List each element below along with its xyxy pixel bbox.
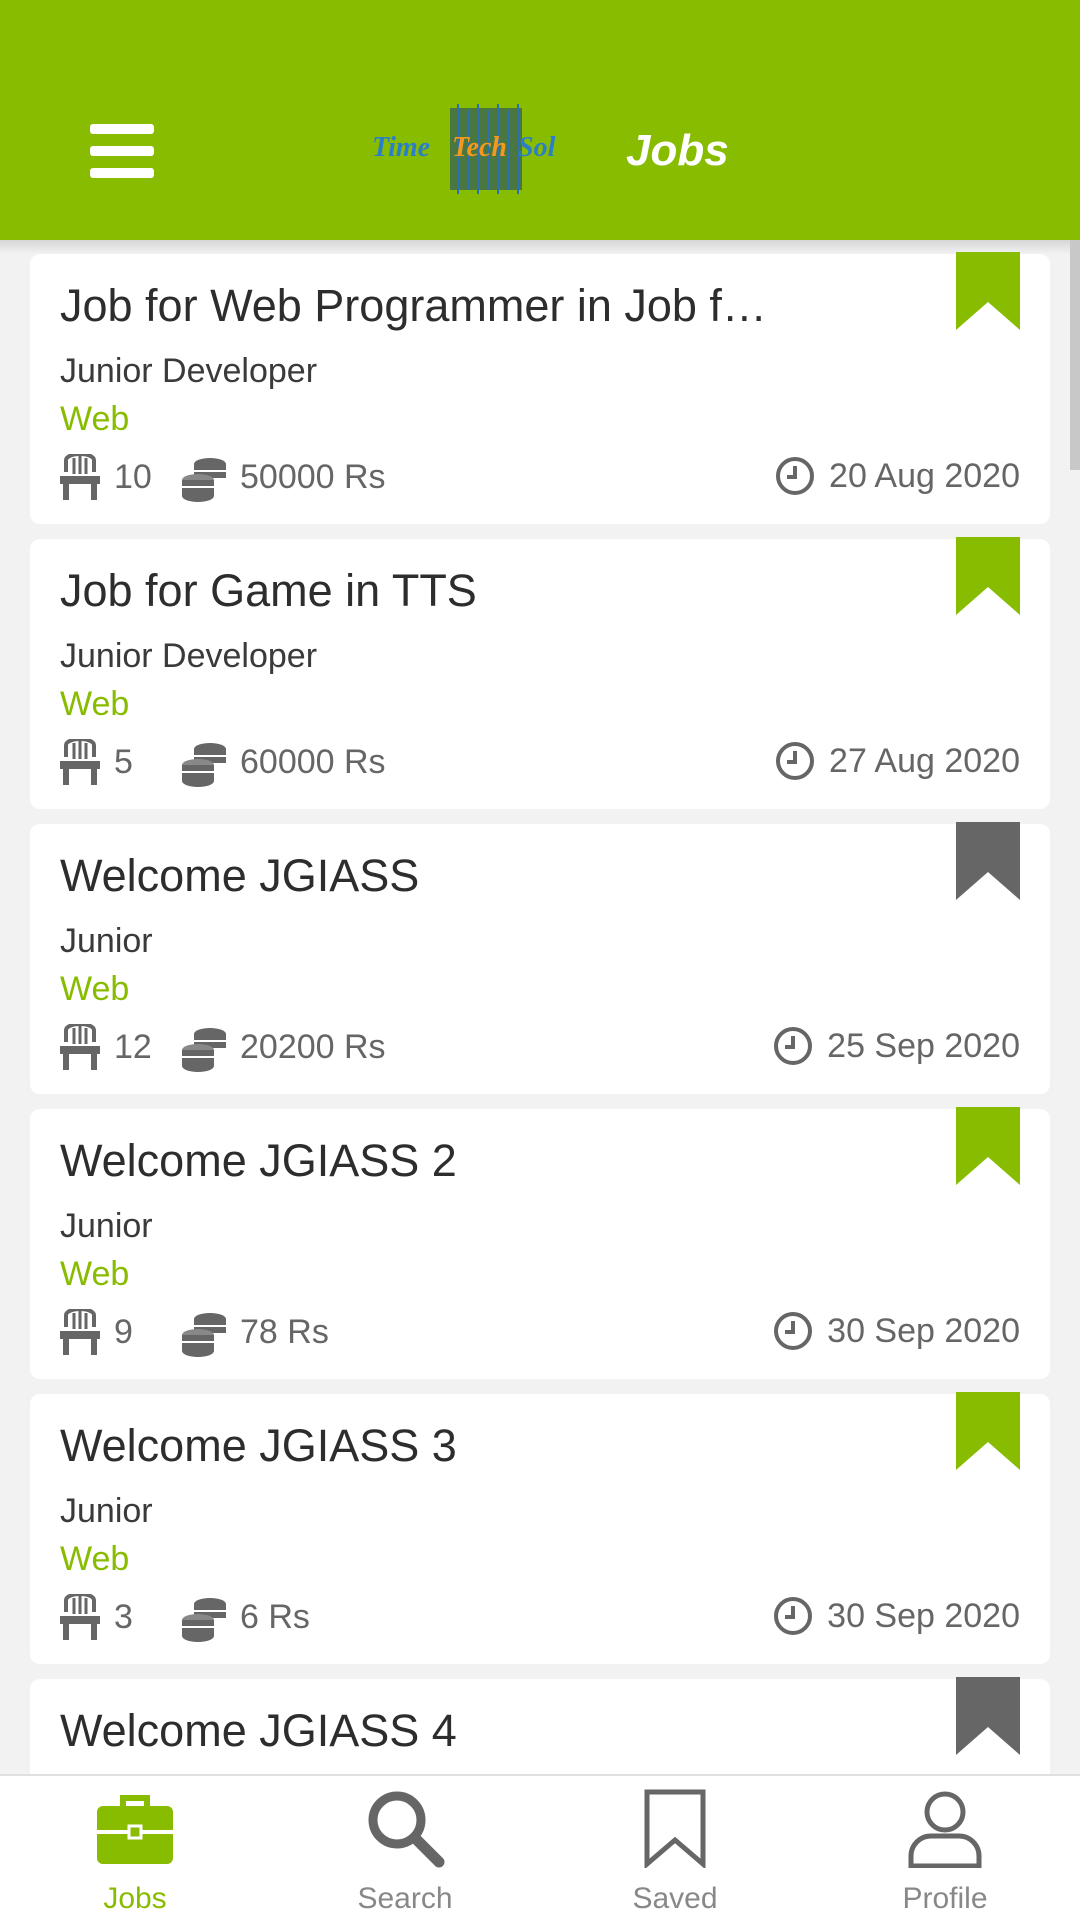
job-meta: 3 6 Rs 30 Sep 2020	[60, 1590, 1020, 1642]
bookmark-icon[interactable]	[956, 1392, 1020, 1470]
date-text: 27 Aug 2020	[829, 741, 1020, 780]
bookmark-icon[interactable]	[956, 822, 1020, 900]
nav-jobs-label: Jobs	[103, 1882, 167, 1915]
posted-date: 30 Sep 2020	[773, 1311, 1020, 1351]
salary: 78 Rs	[240, 1313, 329, 1351]
bottom-nav: Jobs Search Saved Profile	[0, 1774, 1080, 1920]
job-title: Welcome JGIASS 2	[60, 1135, 457, 1186]
nav-profile-label: Profile	[902, 1882, 988, 1915]
menu-icon[interactable]	[90, 124, 154, 178]
salary: 20200 Rs	[240, 1028, 386, 1066]
clock-icon	[774, 1027, 813, 1065]
profile-icon	[908, 1791, 982, 1868]
nav-saved-label: Saved	[632, 1882, 718, 1915]
bookmark-icon[interactable]	[956, 1107, 1020, 1185]
job-level: Junior Developer	[60, 637, 318, 675]
seat-icon	[60, 1024, 100, 1070]
job-title: Welcome JGIASS	[60, 850, 420, 901]
nav-jobs[interactable]: Jobs	[0, 1776, 270, 1920]
coins-icon	[182, 1313, 226, 1357]
job-list[interactable]: Job for Web Programmer in Job f… Junior …	[0, 240, 1080, 1774]
app-bar: Time Tech Sol Jobs	[0, 0, 1080, 240]
clock-icon	[776, 457, 815, 495]
job-title: Job for Game in TTS	[60, 565, 477, 616]
job-level: Junior	[60, 1492, 153, 1530]
job-meta: 12 20200 Rs 25 Sep 2020	[60, 1020, 1020, 1072]
date-text: 20 Aug 2020	[829, 456, 1020, 495]
coins-icon	[182, 458, 226, 502]
scrollbar[interactable]	[1070, 240, 1080, 470]
job-category: Web	[60, 1540, 130, 1578]
svg-text:Sol: Sol	[518, 132, 556, 163]
seat-icon	[60, 1309, 100, 1355]
job-title: Welcome JGIASS 4	[60, 1705, 457, 1756]
seats-count: 5	[114, 743, 133, 781]
clock-icon	[776, 742, 815, 780]
job-meta: 9 78 Rs 30 Sep 2020	[60, 1305, 1020, 1357]
job-card[interactable]: Welcome JGIASS 2 Junior Web 9 78 Rs 30 S…	[30, 1107, 1050, 1379]
clock-icon	[774, 1597, 813, 1635]
job-category: Web	[60, 400, 130, 438]
job-level: Junior	[60, 922, 153, 960]
coins-icon	[182, 1028, 226, 1072]
search-icon	[368, 1791, 445, 1868]
salary: 6 Rs	[240, 1598, 310, 1636]
seats-count: 3	[114, 1598, 133, 1636]
coins-icon	[182, 1598, 226, 1642]
date-text: 25 Sep 2020	[827, 1026, 1020, 1065]
job-meta: 10 50000 Rs 20 Aug 2020	[60, 450, 1020, 502]
posted-date: 25 Sep 2020	[773, 1026, 1020, 1066]
seat-icon	[60, 1594, 100, 1640]
job-level: Junior	[60, 1207, 153, 1245]
company-logo: Time Tech Sol	[372, 104, 556, 194]
seat-icon	[60, 739, 100, 785]
nav-search-label: Search	[357, 1882, 453, 1915]
job-title: Welcome JGIASS 3	[60, 1420, 457, 1471]
bookmark-icon	[644, 1789, 706, 1868]
posted-date: 27 Aug 2020	[775, 741, 1020, 781]
job-meta: 5 60000 Rs 27 Aug 2020	[60, 735, 1020, 787]
job-card[interactable]: Welcome JGIASS Junior Web 12 20200 Rs 25…	[30, 822, 1050, 1094]
briefcase-icon	[97, 1795, 173, 1864]
job-category: Web	[60, 685, 130, 723]
seats-count: 10	[114, 458, 152, 496]
seat-icon	[60, 454, 100, 500]
coins-icon	[182, 743, 226, 787]
nav-saved[interactable]: Saved	[540, 1776, 810, 1920]
svg-text:Time: Time	[372, 132, 430, 163]
date-text: 30 Sep 2020	[827, 1596, 1020, 1635]
job-card[interactable]: Job for Game in TTS Junior Developer Web…	[30, 537, 1050, 809]
job-card[interactable]: Job for Web Programmer in Job f… Junior …	[30, 252, 1050, 524]
date-text: 30 Sep 2020	[827, 1311, 1020, 1350]
posted-date: 20 Aug 2020	[775, 456, 1020, 496]
job-title: Job for Web Programmer in Job f…	[60, 280, 767, 331]
page-title: Jobs	[626, 126, 729, 175]
posted-date: 30 Sep 2020	[773, 1596, 1020, 1636]
bookmark-icon[interactable]	[956, 1677, 1020, 1755]
nav-profile[interactable]: Profile	[810, 1776, 1080, 1920]
seats-count: 9	[114, 1313, 133, 1351]
bookmark-icon[interactable]	[956, 252, 1020, 330]
svg-text:Tech: Tech	[452, 132, 507, 163]
nav-search[interactable]: Search	[270, 1776, 540, 1920]
job-level: Junior Developer	[60, 352, 318, 390]
job-category: Web	[60, 970, 130, 1008]
seats-count: 12	[114, 1028, 152, 1066]
salary: 60000 Rs	[240, 743, 386, 781]
salary: 50000 Rs	[240, 458, 386, 496]
job-category: Web	[60, 1255, 130, 1293]
job-card[interactable]: Welcome JGIASS 3 Junior Web 3 6 Rs 30 Se…	[30, 1392, 1050, 1664]
job-card[interactable]: Welcome JGIASS 4	[30, 1677, 1050, 1774]
clock-icon	[774, 1312, 813, 1350]
bookmark-icon[interactable]	[956, 537, 1020, 615]
